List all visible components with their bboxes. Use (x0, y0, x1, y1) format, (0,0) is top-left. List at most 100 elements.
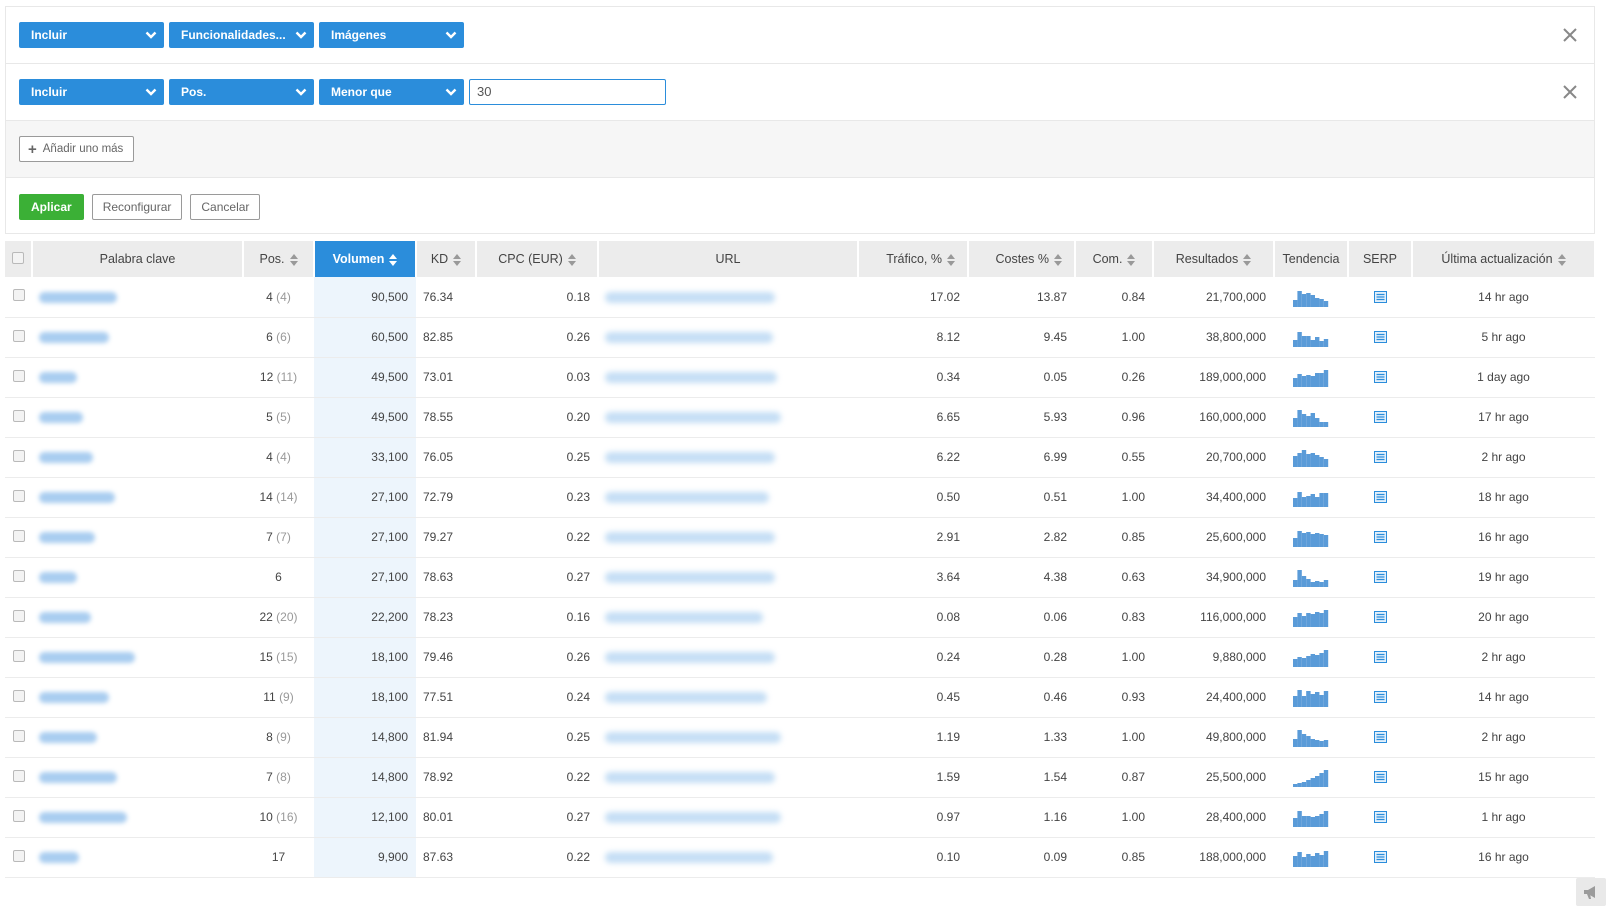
table-row[interactable]: 4 (4) 33,100 76.05 0.25 6.22 6.99 0.55 20,700,0… (5, 437, 1595, 478)
table-row[interactable]: 10 (16) 12,100 80.01 0.27 0.97 1.16 1.00 28,400… (5, 797, 1595, 838)
keyword-cell[interactable] (32, 557, 243, 598)
row-checkbox[interactable] (12, 649, 25, 662)
filter-mode-dropdown[interactable]: Incluir (19, 22, 164, 48)
row-checkbox[interactable] (12, 689, 25, 702)
row-checkbox[interactable] (12, 569, 25, 582)
keyword-link[interactable] (39, 332, 109, 344)
filter-value-input[interactable]: 30 (469, 79, 666, 105)
table-row[interactable]: 12 (11) 49,500 73.01 0.03 0.34 0.05 0.26 189,00… (5, 357, 1595, 398)
serp-list-icon[interactable] (1373, 771, 1387, 783)
keyword-cell[interactable] (32, 477, 243, 518)
url-link[interactable] (605, 732, 781, 744)
filter-value-dropdown[interactable]: Imágenes (319, 22, 464, 48)
keyword-link[interactable] (39, 492, 115, 504)
url-cell[interactable] (598, 637, 858, 678)
keyword-cell[interactable] (32, 357, 243, 398)
filter-field-dropdown[interactable]: Funcionalidades... (169, 22, 314, 48)
url-cell[interactable] (598, 477, 858, 518)
keyword-cell[interactable] (32, 717, 243, 758)
row-checkbox[interactable] (12, 289, 25, 302)
add-filter-button[interactable]: + Añadir uno más (19, 136, 135, 162)
url-cell[interactable] (598, 517, 858, 558)
keyword-link[interactable] (39, 812, 127, 824)
url-cell[interactable] (598, 277, 858, 318)
url-link[interactable] (605, 492, 769, 504)
serp-list-icon[interactable] (1373, 290, 1387, 303)
url-link[interactable] (605, 652, 775, 664)
row-checkbox[interactable] (12, 769, 25, 782)
cancel-button[interactable]: Cancelar (190, 193, 261, 220)
keyword-link[interactable] (39, 612, 91, 624)
keyword-cell[interactable] (32, 437, 243, 478)
keyword-link[interactable] (39, 452, 93, 464)
url-link[interactable] (605, 692, 767, 704)
header-results[interactable]: Resultados (1153, 241, 1275, 277)
url-cell[interactable] (598, 317, 858, 358)
row-checkbox[interactable] (12, 529, 25, 542)
serp-list-icon[interactable] (1373, 531, 1387, 543)
url-link[interactable] (605, 452, 775, 464)
keyword-cell[interactable] (32, 797, 243, 838)
close-icon[interactable] (1562, 84, 1578, 100)
table-row[interactable]: 17 9,900 87.63 0.22 0.10 0.09 0.85 188,000,000… (5, 837, 1595, 878)
apply-button[interactable]: Aplicar (19, 193, 84, 220)
url-link[interactable] (605, 292, 775, 304)
header-keyword[interactable]: Palabra clave (32, 241, 244, 277)
keyword-link[interactable] (39, 372, 77, 384)
serp-list-icon[interactable] (1373, 851, 1387, 863)
url-cell[interactable] (598, 357, 858, 398)
table-row[interactable]: 8 (9) 14,800 81.94 0.25 1.19 1.33 1.00 49,800,0… (5, 717, 1595, 758)
select-all-checkbox[interactable] (12, 251, 24, 264)
header-pos[interactable]: Pos. (243, 241, 315, 277)
keyword-cell[interactable] (32, 637, 243, 678)
table-row[interactable]: 5 (5) 49,500 78.55 0.20 6.65 5.93 0.96 160,000,… (5, 397, 1595, 438)
row-checkbox[interactable] (12, 329, 25, 342)
serp-list-icon[interactable] (1373, 571, 1387, 583)
url-cell[interactable] (598, 397, 858, 438)
serp-list-icon[interactable] (1373, 811, 1387, 823)
url-link[interactable] (605, 332, 773, 344)
header-volume[interactable]: Volumen (314, 241, 417, 277)
keyword-link[interactable] (39, 772, 117, 784)
header-traffic[interactable]: Tráfico, % (858, 241, 969, 277)
row-checkbox[interactable] (12, 489, 25, 502)
feedback-button[interactable] (1576, 878, 1606, 906)
serp-list-icon[interactable] (1373, 331, 1387, 343)
keyword-cell[interactable] (32, 397, 243, 438)
url-cell[interactable] (598, 837, 858, 878)
table-row[interactable]: 15 (15) 18,100 79.46 0.26 0.24 0.28 1.00 9,880,… (5, 637, 1595, 678)
keyword-cell[interactable] (32, 517, 243, 558)
close-icon[interactable] (1562, 27, 1578, 43)
serp-list-icon[interactable] (1373, 451, 1387, 463)
header-updated[interactable]: Última actualización (1412, 241, 1595, 277)
keyword-link[interactable] (39, 652, 135, 664)
url-cell[interactable] (598, 597, 858, 638)
header-com[interactable]: Com. (1075, 241, 1154, 277)
url-link[interactable] (605, 612, 763, 624)
row-checkbox[interactable] (12, 849, 25, 862)
table-row[interactable]: 7 (8) 14,800 78.92 0.22 1.59 1.54 0.87 25,500,0… (5, 757, 1595, 798)
url-link[interactable] (605, 812, 781, 824)
filter-mode-dropdown[interactable]: Incluir (19, 79, 164, 105)
serp-list-icon[interactable] (1373, 731, 1387, 743)
url-link[interactable] (605, 852, 773, 864)
table-row[interactable]: 14 (14) 27,100 72.79 0.23 0.50 0.51 1.00 34,400… (5, 477, 1595, 518)
row-checkbox[interactable] (12, 369, 25, 382)
serp-list-icon[interactable] (1373, 691, 1387, 703)
row-checkbox[interactable] (12, 809, 25, 822)
url-link[interactable] (605, 572, 775, 584)
url-link[interactable] (605, 412, 781, 424)
keyword-cell[interactable] (32, 837, 243, 878)
url-cell[interactable] (598, 437, 858, 478)
serp-list-icon[interactable] (1373, 371, 1387, 383)
header-kd[interactable]: KD (416, 241, 477, 277)
filter-operator-dropdown[interactable]: Menor que (319, 79, 464, 105)
row-checkbox[interactable] (12, 609, 25, 622)
url-link[interactable] (605, 532, 775, 544)
keyword-link[interactable] (39, 412, 83, 424)
serp-list-icon[interactable] (1373, 411, 1387, 423)
header-costs[interactable]: Costes % (968, 241, 1076, 277)
keyword-cell[interactable] (32, 317, 243, 358)
url-cell[interactable] (598, 557, 858, 598)
keyword-cell[interactable] (32, 757, 243, 798)
